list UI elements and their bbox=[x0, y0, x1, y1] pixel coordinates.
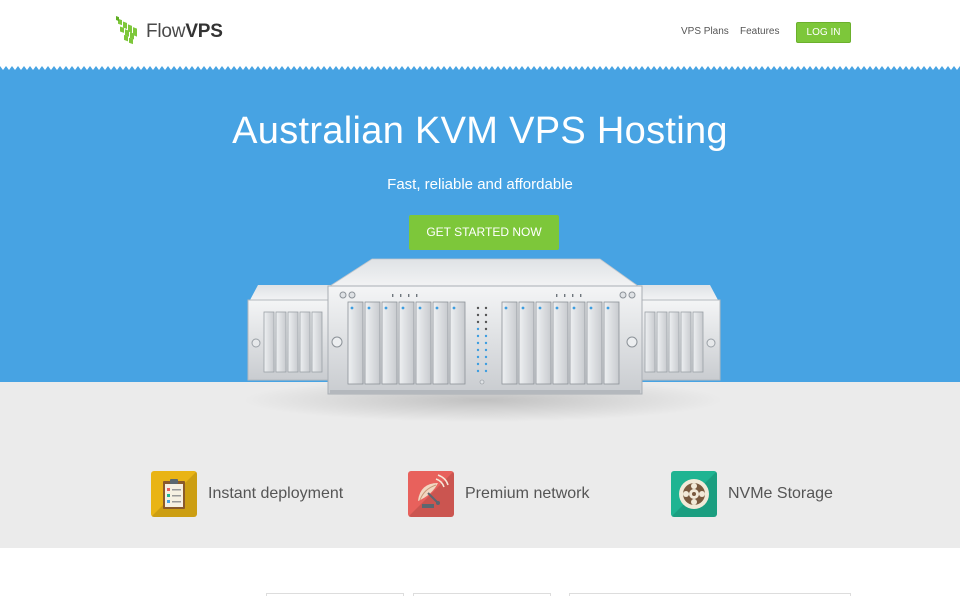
disk-icon bbox=[671, 471, 717, 517]
clipboard-icon bbox=[151, 471, 197, 517]
hero-subtitle: Fast, reliable and affordable bbox=[387, 176, 573, 193]
bottom-section bbox=[0, 548, 960, 596]
zigzag-divider bbox=[0, 66, 960, 71]
login-button[interactable]: LOG IN bbox=[796, 22, 851, 43]
top-nav: VPS Plans Features LOG IN bbox=[0, 22, 960, 44]
server-left bbox=[247, 285, 341, 381]
server-front bbox=[327, 258, 643, 395]
feature-label: Premium network bbox=[465, 485, 590, 502]
nav-features[interactable]: Features bbox=[740, 26, 779, 37]
feature-premium-network: Premium network bbox=[408, 470, 589, 518]
server-right bbox=[629, 285, 721, 381]
server-rack-illustration bbox=[243, 258, 723, 422]
feature-label: Instant deployment bbox=[208, 485, 344, 502]
feature-nvme-storage: NVMe Storage bbox=[671, 470, 833, 518]
hero-title: Australian KVM VPS Hosting bbox=[232, 110, 728, 152]
feature-label: NVMe Storage bbox=[728, 485, 833, 502]
get-started-button[interactable]: GET STARTED NOW bbox=[409, 215, 559, 250]
feature-instant-deployment: Instant deployment bbox=[151, 470, 343, 518]
nav-vps-plans[interactable]: VPS Plans bbox=[681, 26, 729, 37]
satellite-dish-icon bbox=[408, 471, 454, 517]
site-header: FlowVPS VPS Plans Features LOG IN bbox=[0, 0, 960, 66]
